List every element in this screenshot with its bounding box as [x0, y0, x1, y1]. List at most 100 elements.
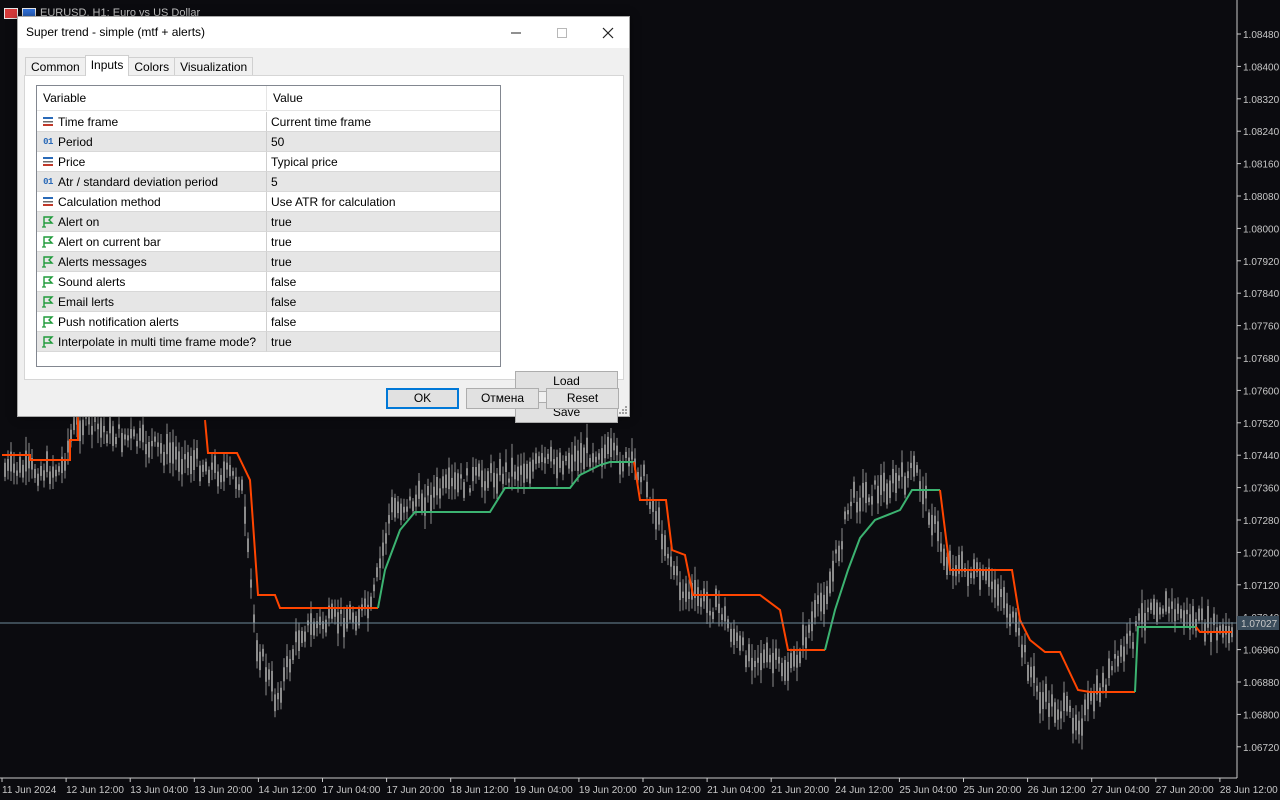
- value-cell[interactable]: true: [267, 232, 500, 252]
- candle-body: [880, 475, 882, 495]
- close-button[interactable]: [585, 17, 631, 48]
- candle-body: [385, 533, 387, 544]
- candle-body: [817, 595, 819, 604]
- candle-body: [289, 658, 291, 673]
- column-header-variable[interactable]: Variable: [37, 86, 267, 111]
- candle-body: [931, 514, 933, 536]
- resize-grip-icon[interactable]: [618, 405, 628, 415]
- input-row[interactable]: Calculation method Use ATR for calculatio…: [37, 192, 500, 212]
- value-cell[interactable]: Typical price: [267, 152, 500, 172]
- candle-body: [235, 476, 237, 489]
- candle-body: [52, 466, 54, 478]
- candle-body: [46, 451, 48, 472]
- candle-body: [1156, 602, 1158, 622]
- candle-body: [1042, 692, 1044, 710]
- symbol-flag-icon: [4, 7, 18, 19]
- tab-common[interactable]: Common: [25, 57, 86, 76]
- value-cell[interactable]: false: [267, 292, 500, 312]
- candle-body: [397, 501, 399, 514]
- value-cell[interactable]: true: [267, 332, 500, 352]
- candle-body: [814, 600, 816, 618]
- value-cell[interactable]: Use ATR for calculation: [267, 192, 500, 212]
- value-cell[interactable]: false: [267, 312, 500, 332]
- dialog-title: Super trend - simple (mtf + alerts): [26, 25, 206, 39]
- value-cell[interactable]: 5: [267, 172, 500, 192]
- candle-body: [142, 424, 144, 443]
- column-header-value[interactable]: Value: [267, 86, 500, 111]
- candle-body: [1117, 655, 1119, 667]
- value-cell[interactable]: true: [267, 252, 500, 272]
- candle-body: [1147, 607, 1149, 613]
- variable-label: Period: [58, 134, 93, 149]
- input-row[interactable]: Push notification alerts false: [37, 312, 500, 332]
- time-axis-label: 26 Jun 12:00: [1028, 785, 1086, 796]
- minimize-button[interactable]: [493, 17, 539, 48]
- candle-body: [832, 560, 834, 582]
- candle-body: [850, 501, 852, 507]
- tab-inputs[interactable]: Inputs: [84, 55, 130, 76]
- candle-body: [583, 447, 585, 470]
- candle-body: [841, 541, 843, 550]
- candle-body: [610, 438, 612, 458]
- candle-body: [460, 474, 462, 479]
- input-row[interactable]: Interpolate in multi time frame mode? tru…: [37, 332, 500, 352]
- candle-body: [919, 481, 921, 491]
- candle-body: [496, 473, 498, 494]
- price-axis-label: 1.08080: [1243, 192, 1280, 203]
- candle-body: [22, 464, 24, 478]
- candle-body: [1054, 702, 1056, 723]
- reset-button[interactable]: Reset: [546, 388, 619, 409]
- input-row[interactable]: Alert on true: [37, 212, 500, 232]
- input-row[interactable]: Email lerts false: [37, 292, 500, 312]
- candle-body: [1171, 601, 1173, 609]
- candle-body: [277, 692, 279, 700]
- candle-body: [148, 441, 150, 458]
- candle-body: [991, 581, 993, 590]
- dialog-titlebar[interactable]: Super trend - simple (mtf + alerts): [18, 17, 629, 48]
- candle-body: [433, 486, 435, 498]
- candle-body: [304, 631, 306, 642]
- tab-colors[interactable]: Colors: [128, 57, 176, 76]
- candle-body: [4, 462, 6, 477]
- candle-body: [895, 472, 897, 493]
- candle-body: [1123, 646, 1125, 662]
- candle-body: [1006, 603, 1008, 618]
- bool-icon: [41, 296, 55, 308]
- candle-body: [367, 604, 369, 619]
- candle-body: [16, 470, 18, 476]
- candle-body: [673, 565, 675, 576]
- candle-body: [1111, 666, 1113, 671]
- input-row[interactable]: Time frame Current time frame: [37, 112, 500, 132]
- value-cell[interactable]: false: [267, 272, 500, 292]
- candle-body: [868, 497, 870, 503]
- maximize-button[interactable]: [539, 17, 585, 48]
- candle-body: [715, 588, 717, 607]
- bool-icon: [41, 336, 55, 348]
- candle-body: [1051, 694, 1053, 707]
- time-axis-label: 18 Jun 12:00: [451, 785, 509, 796]
- candle-body: [256, 640, 258, 662]
- candle-body: [352, 612, 354, 624]
- input-row[interactable]: Alerts messages true: [37, 252, 500, 272]
- variable-cell: Time frame: [37, 112, 267, 132]
- input-row[interactable]: Sound alerts false: [37, 272, 500, 292]
- input-row[interactable]: 01 Atr / standard deviation period 5: [37, 172, 500, 192]
- candle-body: [472, 466, 474, 482]
- input-row[interactable]: Price Typical price: [37, 152, 500, 172]
- candle-body: [520, 465, 522, 475]
- input-row[interactable]: Alert on current bar true: [37, 232, 500, 252]
- input-row[interactable]: 01 Period 50: [37, 132, 500, 152]
- candle-body: [727, 619, 729, 629]
- candle-body: [898, 475, 900, 481]
- value-cell[interactable]: Current time frame: [267, 112, 500, 132]
- cancel-button[interactable]: Отмена: [466, 388, 539, 409]
- candle-body: [517, 466, 519, 481]
- candle-body: [916, 465, 918, 473]
- candle-body: [565, 455, 567, 462]
- value-cell[interactable]: 50: [267, 132, 500, 152]
- ok-button[interactable]: OK: [386, 388, 459, 409]
- candle-body: [43, 470, 45, 481]
- value-cell[interactable]: true: [267, 212, 500, 232]
- tab-visualization[interactable]: Visualization: [174, 57, 254, 76]
- variable-cell: Interpolate in multi time frame mode?: [37, 332, 267, 352]
